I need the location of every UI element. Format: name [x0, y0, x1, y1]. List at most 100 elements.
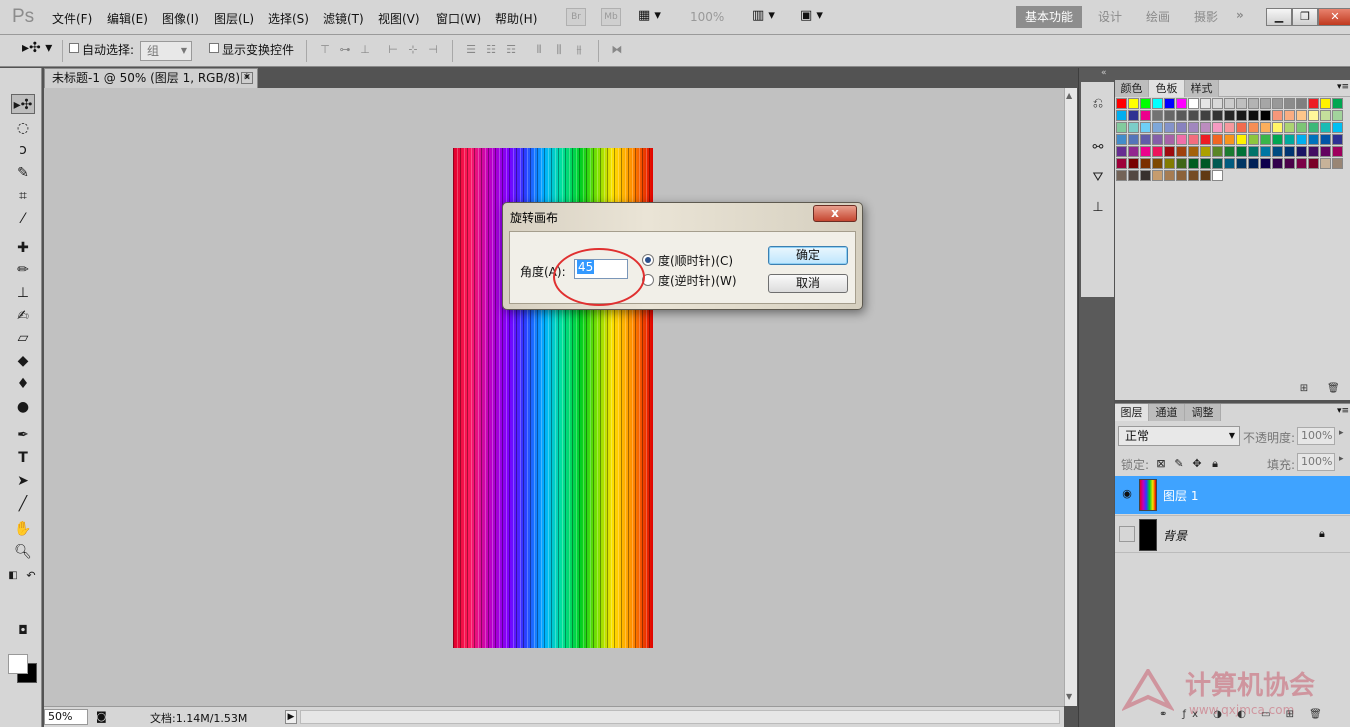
brush-presets-icon[interactable]: ⚯	[1087, 138, 1109, 158]
color-swatch[interactable]	[1164, 158, 1175, 169]
color-swatch[interactable]	[1320, 134, 1331, 145]
color-swatch[interactable]	[1260, 146, 1271, 157]
color-swatch[interactable]	[1116, 170, 1127, 181]
color-swatch[interactable]	[1200, 98, 1211, 109]
color-swatch[interactable]	[1116, 146, 1127, 157]
color-swatch[interactable]	[1248, 98, 1259, 109]
scroll-down-icon[interactable]: ▼	[1066, 692, 1072, 701]
color-swatch[interactable]	[1308, 122, 1319, 133]
color-swatch[interactable]	[1248, 110, 1259, 121]
minimize-button[interactable]: ▁	[1266, 8, 1292, 26]
ok-button[interactable]: 确定	[768, 246, 848, 265]
paint-bucket-tool-icon[interactable]: ◆	[11, 351, 35, 371]
minibridge-button[interactable]: Mb	[601, 8, 621, 26]
zoom-tool-icon[interactable]: 🔍︎	[11, 542, 35, 562]
color-swatch[interactable]	[1272, 158, 1283, 169]
color-swatch[interactable]	[1176, 98, 1187, 109]
distribute-left-icon[interactable]: ⫴	[532, 43, 546, 57]
color-swatch[interactable]	[1152, 170, 1163, 181]
color-swatch[interactable]	[1236, 98, 1247, 109]
marquee-tool-icon[interactable]: ◌	[11, 118, 35, 138]
lock-all-icon[interactable]: 🔒︎	[1209, 458, 1221, 470]
line-tool-icon[interactable]: ╱	[11, 494, 35, 514]
color-swatch[interactable]	[1128, 110, 1139, 121]
color-swatch[interactable]	[1140, 122, 1151, 133]
align-hcenter-icon[interactable]: ⊹	[406, 43, 420, 57]
color-swatch[interactable]	[1296, 110, 1307, 121]
pen-tool-icon[interactable]: ✒	[11, 425, 35, 445]
auto-align-layers-icon[interactable]: ⧓	[610, 43, 624, 57]
blur-tool-icon[interactable]: ♦	[11, 374, 35, 394]
menu-window[interactable]: 窗口(W)	[436, 10, 481, 27]
color-swatch[interactable]	[1248, 122, 1259, 133]
color-swatch[interactable]	[1224, 98, 1235, 109]
eye-icon[interactable]: ◉	[1119, 486, 1135, 502]
color-swatch[interactable]	[1176, 122, 1187, 133]
color-swatch[interactable]	[1200, 170, 1211, 181]
distribute-vcenter-icon[interactable]: ☷	[484, 43, 498, 57]
color-swatch[interactable]	[1212, 134, 1223, 145]
color-swatch[interactable]	[1296, 146, 1307, 157]
path-select-tool-icon[interactable]: ➤	[11, 471, 35, 491]
quick-select-tool-icon[interactable]: ✎	[11, 163, 35, 183]
color-swatch[interactable]	[1236, 158, 1247, 169]
color-swatch[interactable]	[1284, 134, 1295, 145]
color-swatch[interactable]	[1320, 146, 1331, 157]
tab-layers[interactable]: 图层	[1115, 404, 1149, 421]
arrange-documents-icon[interactable]: ▥ ▾	[752, 8, 775, 23]
color-swatch[interactable]	[1164, 110, 1175, 121]
color-swatch[interactable]	[1140, 158, 1151, 169]
color-swatch[interactable]	[1296, 158, 1307, 169]
color-swatch[interactable]	[1140, 98, 1151, 109]
color-swatch[interactable]	[1164, 170, 1175, 181]
visibility-toggle[interactable]	[1119, 526, 1135, 542]
color-swatch[interactable]	[1284, 98, 1295, 109]
color-swatch[interactable]	[1236, 110, 1247, 121]
color-swatch[interactable]	[1128, 134, 1139, 145]
vertical-scrollbar[interactable]: ▲ ▼	[1064, 88, 1077, 706]
counterclockwise-label[interactable]: 度(逆时针)(W)	[658, 272, 737, 289]
color-swatch[interactable]	[1116, 158, 1127, 169]
color-swatch[interactable]	[1176, 110, 1187, 121]
zoom-level[interactable]: 100%	[690, 10, 724, 24]
status-menu-arrow-icon[interactable]: ▶	[285, 710, 297, 724]
menu-layer[interactable]: 图层(L)	[214, 10, 254, 27]
color-swatch[interactable]	[1212, 170, 1223, 181]
tab-styles[interactable]: 样式	[1185, 80, 1219, 97]
color-swatch[interactable]	[1224, 158, 1235, 169]
lock-pixels-icon[interactable]: ✎	[1173, 458, 1185, 470]
color-swatch[interactable]	[1212, 122, 1223, 133]
align-bottom-icon[interactable]: ⊥	[358, 43, 372, 57]
tab-swatches[interactable]: 色板	[1149, 80, 1185, 97]
color-swatch[interactable]	[1128, 146, 1139, 157]
color-swatch[interactable]	[1212, 110, 1223, 121]
color-swatch[interactable]	[1176, 134, 1187, 145]
lock-position-icon[interactable]: ✥	[1191, 458, 1203, 470]
clone-source-icon[interactable]: ⊥	[1087, 198, 1109, 218]
tab-adjustments[interactable]: 调整	[1185, 404, 1221, 421]
color-swatch[interactable]	[1152, 146, 1163, 157]
color-swatch[interactable]	[1164, 122, 1175, 133]
color-swatch[interactable]	[1140, 170, 1151, 181]
color-swatch[interactable]	[1320, 122, 1331, 133]
color-swatch[interactable]	[1188, 170, 1199, 181]
color-swatch[interactable]	[1248, 158, 1259, 169]
color-swatch[interactable]	[1308, 98, 1319, 109]
opacity-arrow-icon[interactable]: ▸	[1339, 428, 1344, 438]
screen-mode-icon[interactable]: ▣ ▾	[800, 8, 823, 23]
eyedropper-tool-icon[interactable]: ⁄	[11, 209, 35, 229]
menu-file[interactable]: 文件(F)	[52, 10, 92, 27]
color-swatch[interactable]	[1164, 146, 1175, 157]
trash-icon[interactable]: 🗑︎	[1327, 383, 1340, 395]
color-swatch[interactable]	[1128, 98, 1139, 109]
color-swatch[interactable]	[1224, 134, 1235, 145]
color-swatch[interactable]	[1284, 110, 1295, 121]
color-swatch[interactable]	[1212, 98, 1223, 109]
tab-color[interactable]: 颜色	[1115, 80, 1149, 97]
zoom-field[interactable]: 50%	[44, 709, 88, 725]
more-workspaces-icon[interactable]: »	[1236, 8, 1244, 22]
brush-panel-icon[interactable]: ⛛	[1087, 168, 1109, 188]
workspace-photography[interactable]: 摄影	[1194, 8, 1218, 25]
layer-row-layer-1[interactable]: ◉ 图层 1	[1115, 476, 1350, 514]
document-canvas-area[interactable]	[44, 88, 1064, 706]
